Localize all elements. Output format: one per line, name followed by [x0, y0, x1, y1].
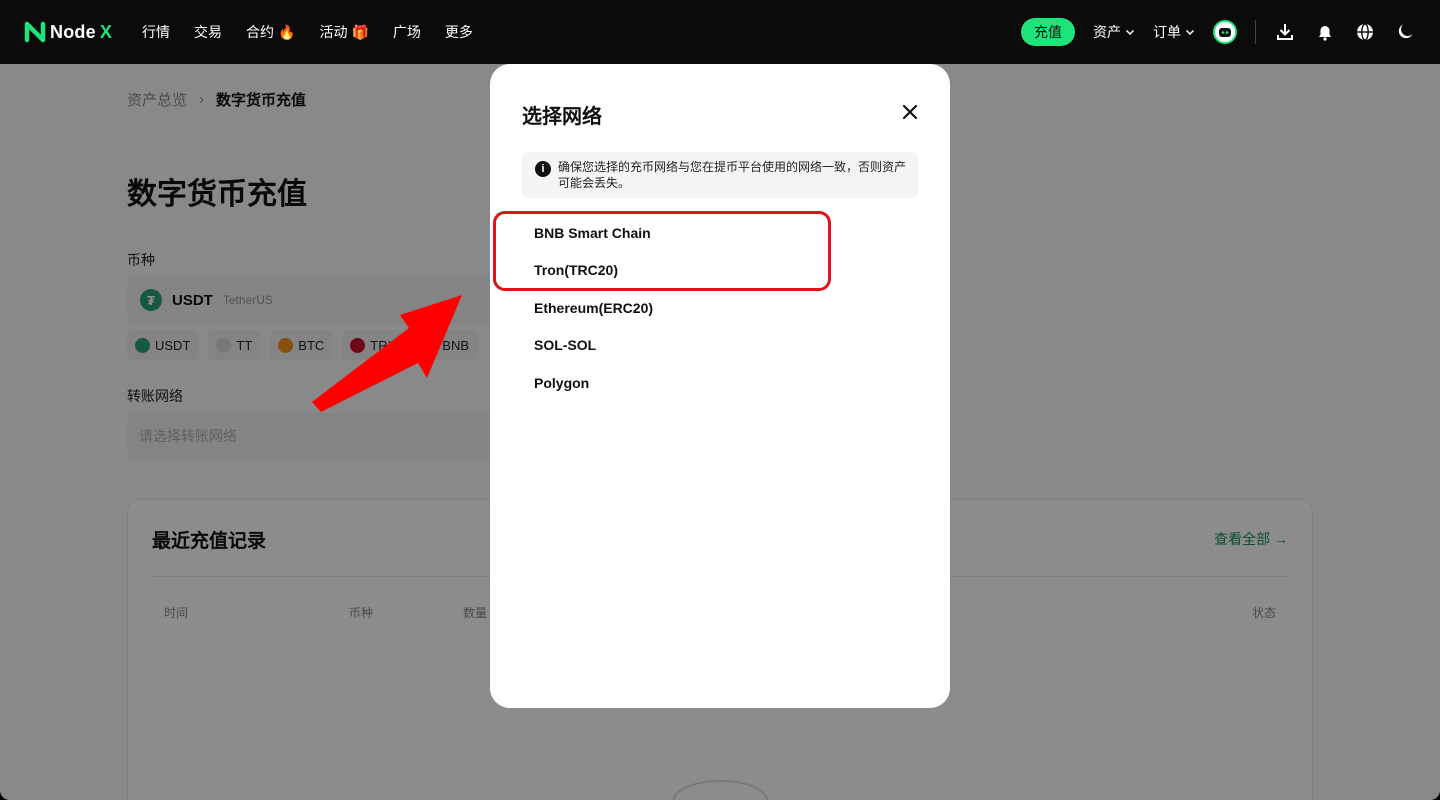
download-icon[interactable]	[1274, 21, 1296, 43]
moon-icon[interactable]	[1394, 21, 1416, 43]
assets-dropdown[interactable]: 资产	[1093, 22, 1135, 42]
nav-item-market[interactable]: 行情	[142, 22, 170, 42]
info-icon: i	[535, 161, 551, 177]
notice-text: 确保您选择的充币网络与您在提币平台使用的网络一致，否则资产可能会丢失。	[558, 160, 907, 190]
top-navbar: Node X 行情 交易 合约 🔥 活动 🎁 广场 更多 充值 资产 订单	[0, 0, 1440, 64]
network-option-ethereum-erc20[interactable]: Ethereum(ERC20)	[490, 289, 950, 327]
nav-item-futures[interactable]: 合约 🔥	[246, 22, 295, 42]
nav-right: 充值 资产 订单	[1021, 18, 1416, 46]
close-button[interactable]	[898, 100, 922, 124]
select-network-modal: 选择网络 i 确保您选择的充币网络与您在提币平台使用的网络一致，否则资产可能会丢…	[490, 64, 950, 708]
chevron-down-icon	[1185, 29, 1195, 36]
chevron-down-icon	[1125, 29, 1135, 36]
nav-divider	[1255, 20, 1256, 44]
close-icon	[902, 104, 918, 120]
red-arrow-icon	[312, 295, 462, 412]
avatar[interactable]	[1213, 20, 1237, 44]
main-menu: 行情 交易 合约 🔥 活动 🎁 广场 更多	[142, 22, 473, 42]
nav-item-trade[interactable]: 交易	[194, 22, 222, 42]
orders-dropdown[interactable]: 订单	[1153, 22, 1195, 42]
network-option-polygon[interactable]: Polygon	[490, 364, 950, 402]
modal-title: 选择网络	[522, 106, 602, 128]
gift-icon: 🎁	[351, 23, 369, 40]
globe-icon[interactable]	[1354, 21, 1376, 43]
logo-text: Node	[50, 21, 96, 42]
logo[interactable]: Node X	[24, 21, 112, 43]
nav-item-events[interactable]: 活动 🎁	[319, 22, 368, 42]
nav-item-square[interactable]: 广场	[393, 22, 421, 42]
bell-icon[interactable]	[1314, 21, 1336, 43]
highlight-box	[493, 211, 831, 291]
nav-item-more[interactable]: 更多	[445, 22, 473, 42]
logo-icon	[24, 21, 46, 43]
network-warning-notice: i 确保您选择的充币网络与您在提币平台使用的网络一致，否则资产可能会丢失。	[522, 152, 918, 198]
deposit-button[interactable]: 充值	[1021, 18, 1075, 46]
logo-text-x: X	[99, 21, 113, 42]
fire-icon: 🔥	[278, 23, 296, 40]
network-option-sol-sol[interactable]: SOL-SOL	[490, 327, 950, 365]
